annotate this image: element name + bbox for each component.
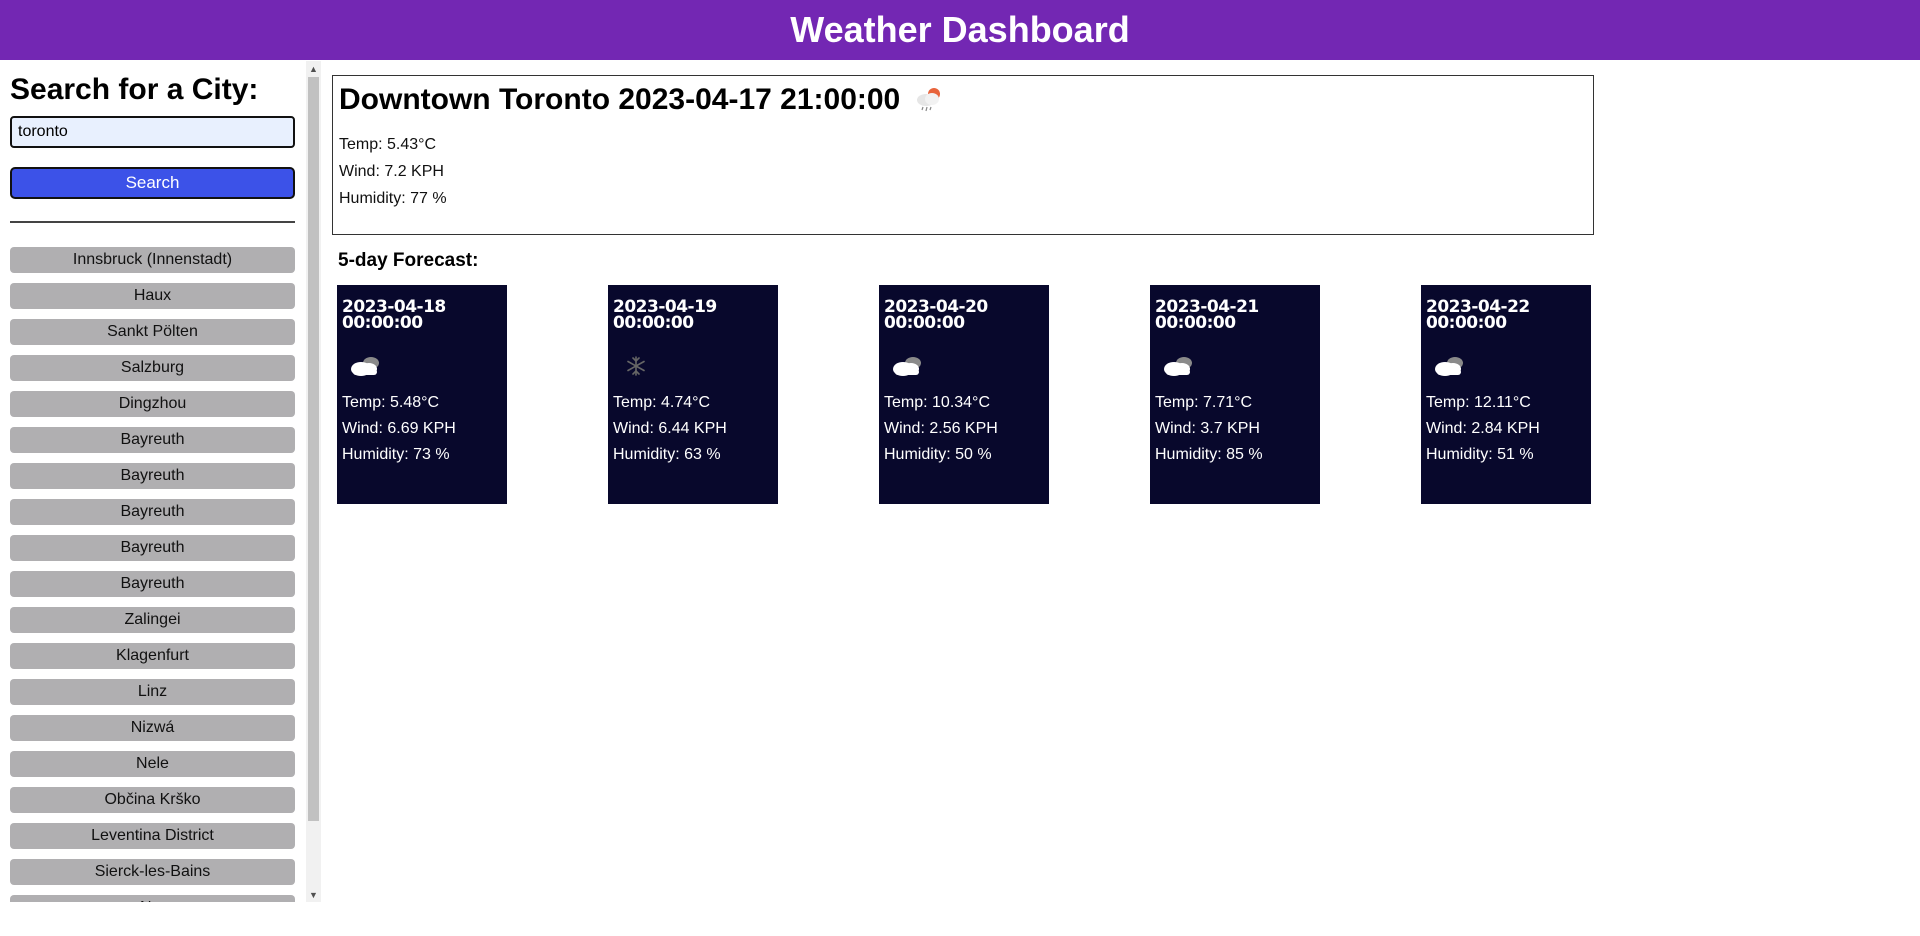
- scroll-down-arrow-icon[interactable]: ▼: [306, 888, 321, 902]
- forecast-humidity: Humidity: 51 %: [1426, 446, 1534, 463]
- forecast-temp: Temp: 5.48°C: [342, 394, 440, 411]
- cloud-icon: [347, 351, 383, 381]
- history-city-button[interactable]: Sierck-les-Bains: [10, 859, 295, 885]
- history-city-button[interactable]: Innsbruck (Innenstadt): [10, 247, 295, 273]
- history-city-button[interactable]: Nizwá: [10, 715, 295, 741]
- forecast-title: 5-day Forecast:: [338, 250, 479, 271]
- history-city-button[interactable]: Bayreuth: [10, 535, 295, 561]
- search-input[interactable]: [10, 116, 295, 148]
- forecast-temp: Temp: 12.11°C: [1426, 394, 1531, 411]
- current-weather-title: Downtown Toronto 2023-04-17 21:00:00: [339, 83, 946, 117]
- history-city-button[interactable]: N...: [10, 895, 295, 902]
- forecast-humidity: Humidity: 73 %: [342, 446, 450, 463]
- history-city-button[interactable]: Bayreuth: [10, 499, 295, 525]
- search-history-list: Innsbruck (Innenstadt) Haux Sankt Pölten Sa…: [10, 247, 295, 902]
- search-heading: Search for a City:: [10, 73, 259, 106]
- forecast-temp: Temp: 7.71°C: [1155, 394, 1253, 411]
- scroll-thumb[interactable]: [308, 77, 319, 821]
- current-wind: Wind: 7.2 KPH: [339, 163, 444, 180]
- forecast-date: 2023-04-18 00:00:00: [342, 297, 446, 333]
- forecast-wind: Wind: 2.56 KPH: [884, 420, 998, 437]
- forecast-card: 2023-04-18 00:00:00 Temp: 5.48°C Wind: 6.6…: [337, 285, 507, 504]
- history-city-button[interactable]: Haux: [10, 283, 295, 309]
- forecast-card: 2023-04-20 00:00:00 Temp: 10.34°C Wind: 2.…: [879, 285, 1049, 504]
- search-button[interactable]: Search: [10, 167, 295, 199]
- current-humidity: Humidity: 77 %: [339, 190, 447, 207]
- forecast-wind: Wind: 6.69 KPH: [342, 420, 456, 437]
- forecast-wind: Wind: 3.7 KPH: [1155, 420, 1260, 437]
- history-city-button[interactable]: Nele: [10, 751, 295, 777]
- forecast-card: 2023-04-21 00:00:00 Temp: 7.71°C Wind: 3.7…: [1150, 285, 1320, 504]
- history-city-button[interactable]: Bayreuth: [10, 427, 295, 453]
- forecast-temp: Temp: 4.74°C: [613, 394, 711, 411]
- history-city-button[interactable]: Klagenfurt: [10, 643, 295, 669]
- history-city-button[interactable]: Dingzhou: [10, 391, 295, 417]
- forecast-humidity: Humidity: 85 %: [1155, 446, 1263, 463]
- history-city-button[interactable]: Sankt Pölten: [10, 319, 295, 345]
- history-city-button[interactable]: Bayreuth: [10, 463, 295, 489]
- cloud-icon: [889, 351, 925, 381]
- history-city-button[interactable]: Linz: [10, 679, 295, 705]
- forecast-date: 2023-04-20 00:00:00: [884, 297, 988, 333]
- forecast-temp: Temp: 10.34°C: [884, 394, 991, 411]
- cloud-icon: [1160, 351, 1196, 381]
- forecast-wind: Wind: 2.84 KPH: [1426, 420, 1540, 437]
- divider: [10, 221, 295, 223]
- rain-cloud-icon: [917, 88, 941, 112]
- forecast-humidity: Humidity: 63 %: [613, 446, 721, 463]
- forecast-card: 2023-04-19 00:00:00 Temp: 4.74°C Wind: 6.4…: [608, 285, 778, 504]
- current-city-datetime: Downtown Toronto 2023-04-17 21:00:00: [339, 83, 901, 116]
- app-header: Weather Dashboard: [0, 0, 1920, 60]
- forecast-date: 2023-04-21 00:00:00: [1155, 297, 1259, 333]
- history-city-button[interactable]: Leventina District: [10, 823, 295, 849]
- history-city-button[interactable]: Zalingei: [10, 607, 295, 633]
- forecast-wind: Wind: 6.44 KPH: [613, 420, 727, 437]
- sidebar-scrollbar[interactable]: ▲ ▼: [306, 61, 321, 902]
- forecast-date: 2023-04-22 00:00:00: [1426, 297, 1530, 333]
- snow-icon: [618, 351, 654, 381]
- forecast-humidity: Humidity: 50 %: [884, 446, 992, 463]
- history-city-button[interactable]: Salzburg: [10, 355, 295, 381]
- forecast-date: 2023-04-19 00:00:00: [613, 297, 717, 333]
- app-title: Weather Dashboard: [790, 9, 1130, 50]
- current-weather-panel: Downtown Toronto 2023-04-17 21:00:00 Tem…: [332, 75, 1594, 235]
- forecast-card: 2023-04-22 00:00:00 Temp: 12.11°C Wind: 2.…: [1421, 285, 1591, 504]
- history-city-button[interactable]: Bayreuth: [10, 571, 295, 597]
- scroll-up-arrow-icon[interactable]: ▲: [306, 62, 321, 76]
- current-temp: Temp: 5.43°C: [339, 136, 437, 153]
- sidebar: Search for a City: Search Innsbruck (Inn…: [0, 61, 306, 902]
- cloud-icon: [1431, 351, 1467, 381]
- history-city-button[interactable]: Občina Krško: [10, 787, 295, 813]
